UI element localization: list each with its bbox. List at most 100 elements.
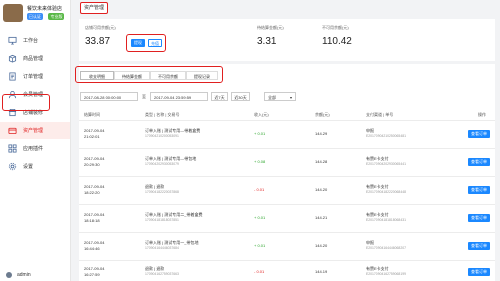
type-select[interactable]: 全部 ▾ (264, 92, 296, 101)
order-icon (8, 72, 17, 81)
row-amount: - 0.01 (254, 269, 265, 274)
row-divider (79, 204, 495, 205)
date-separator: 至 (142, 94, 146, 99)
pending-stat: 待结算金额(元) 3.31 (257, 25, 284, 47)
withdrawable-stat: 店铺可用余额(元) 33.87 (85, 25, 116, 47)
row-txn: 170904182220037868 (145, 190, 179, 194)
tab-withdraw-records[interactable]: 提现记录 (186, 71, 218, 80)
end-date-input[interactable]: 2017-09-04 23:59:59 (150, 92, 208, 101)
row-time: 16:44:46 (84, 246, 100, 251)
store-badges: 已认证 专业版 (27, 13, 65, 20)
view-order-button[interactable]: 查看订单 (468, 242, 490, 250)
sidebar-item-label: 商品管理 (23, 56, 44, 62)
pending-value: 3.31 (257, 36, 277, 47)
assets-highlight-box (2, 94, 50, 111)
view-order-button[interactable]: 查看订单 (468, 186, 490, 194)
sidebar-item-assets[interactable]: 资产管理 (0, 122, 70, 139)
row-name[interactable]: 订单入账 | 测试专用一_带包地 (145, 240, 199, 245)
sidebar-item-label: 资产管理 (23, 128, 44, 134)
last-30-days-button[interactable]: 近30天 (231, 92, 250, 101)
desktop-icon (8, 36, 17, 45)
start-date-input[interactable]: 2017-08-28 00:00:00 (80, 92, 138, 101)
recharge-button[interactable]: 充值 (148, 39, 162, 47)
view-order-button[interactable]: 查看订单 (468, 214, 490, 222)
row-txn: 170904164446037684 (145, 246, 179, 250)
row-amount: + 0.01 (254, 243, 266, 248)
sidebar-item-workbench[interactable]: 工作台 (0, 32, 70, 49)
row-channel-no: E20170904164446068207 (366, 246, 406, 250)
col-header-time: 结算时间 (84, 112, 100, 117)
row-name[interactable]: 订单入账 | 测试专用二_带着盒费 (145, 212, 203, 217)
row-divider (79, 176, 495, 177)
row-balance: 144.29 (315, 131, 328, 136)
username: admin (17, 272, 31, 278)
tab-income-expense[interactable]: 收支明细 (80, 71, 114, 80)
row-channel: 申报 (366, 128, 374, 133)
col-header-type: 类型 | 名称 | 交易号 (145, 112, 180, 117)
topbar: 资产管理 (71, 0, 500, 15)
tab-pending-settlement[interactable]: 待结算金额 (114, 71, 150, 80)
row-balance: 144.20 (315, 243, 328, 248)
row-channel-no: E20170904210250065481 (366, 134, 406, 138)
unavailable-value: 110.42 (322, 36, 352, 47)
row-name[interactable]: 订单入账 | 测试专用—带着盒费 (145, 128, 200, 133)
row-balance: 144.21 (315, 215, 328, 220)
unavailable-stat: 不可用余额(元) 110.42 (322, 25, 352, 47)
row-name[interactable]: 退款 | 退款 (145, 266, 164, 271)
row-time: 16:27:59 (84, 272, 100, 277)
sidebar-item-label: 应用插件 (23, 146, 44, 152)
row-date: 2017-09-04 (84, 156, 105, 161)
store-logo (3, 4, 23, 22)
row-time: 20:29:30 (84, 162, 100, 167)
row-amount: + 0.08 (254, 159, 266, 164)
row-name[interactable]: 退款 | 退款 (145, 184, 164, 189)
row-channel: 申报 (366, 240, 374, 245)
row-amount: - 0.01 (254, 187, 265, 192)
withdrawable-label: 店铺可用余额(元) (85, 25, 116, 30)
row-balance: 144.20 (315, 187, 328, 192)
row-date: 2017-09-04 (84, 212, 105, 217)
row-amount: + 0.01 (254, 131, 266, 136)
asset-icon (8, 126, 17, 135)
store-name: 餐饮未来体验店 (27, 6, 63, 12)
row-date: 2017-09-04 (84, 128, 105, 133)
row-time: 18:18:18 (84, 218, 100, 223)
sidebar: 餐饮未来体验店 已认证 专业版 工作台 商品管理 订单管理 会员管理 店铺装修 (0, 0, 71, 281)
withdraw-button[interactable]: 提现 (131, 39, 145, 47)
chevron-down-icon: ▾ (289, 95, 292, 100)
sidebar-item-settings[interactable]: 设置 (0, 158, 70, 175)
row-channel-no: E20170904182220068448 (366, 190, 406, 194)
row-txn: 170904210200053091 (145, 134, 179, 138)
type-select-value: 全部 (268, 95, 276, 100)
row-divider (79, 232, 495, 233)
row-balance: 144.28 (315, 159, 328, 164)
view-order-button[interactable]: 查看订单 (468, 130, 490, 138)
box-icon (8, 54, 17, 63)
row-channel-no: E20170904202930065441 (366, 162, 406, 166)
row-date: 2017-09-04 (84, 184, 105, 189)
tab-unavailable-balance[interactable]: 不可用余额 (150, 71, 186, 80)
row-channel: 有赞E卡支付 (366, 184, 389, 189)
row-channel-no: E20170904162759068199 (366, 272, 406, 276)
store-brand[interactable]: 餐饮未来体验店 已认证 专业版 (3, 4, 69, 26)
last-7-days-button[interactable]: 近7天 (211, 92, 228, 101)
view-order-button[interactable]: 查看订单 (468, 158, 490, 166)
row-name[interactable]: 订单入账 | 测试专用—带包地 (145, 156, 196, 161)
sidebar-item-apps[interactable]: 应用插件 (0, 140, 70, 157)
certified-badge: 已认证 (27, 13, 43, 20)
view-order-button[interactable]: 查看订单 (468, 268, 490, 276)
row-txn: 170904202930053079 (145, 162, 179, 166)
row-balance: 144.19 (315, 269, 328, 274)
sidebar-item-orders[interactable]: 订单管理 (0, 68, 70, 85)
unavailable-label: 不可用余额(元) (322, 25, 349, 30)
row-date: 2017-09-04 (84, 240, 105, 245)
page-title: 资产管理 (80, 2, 109, 14)
avatar (6, 272, 12, 278)
row-channel: 有赞E卡支付 (366, 212, 389, 217)
sidebar-item-label: 设置 (23, 164, 34, 170)
sidebar-item-products[interactable]: 商品管理 (0, 50, 70, 67)
row-amount: + 0.01 (254, 215, 266, 220)
row-txn: 170904181818037851 (145, 218, 179, 222)
row-time: 18:22:20 (84, 190, 100, 195)
user-menu[interactable]: admin (6, 272, 31, 278)
